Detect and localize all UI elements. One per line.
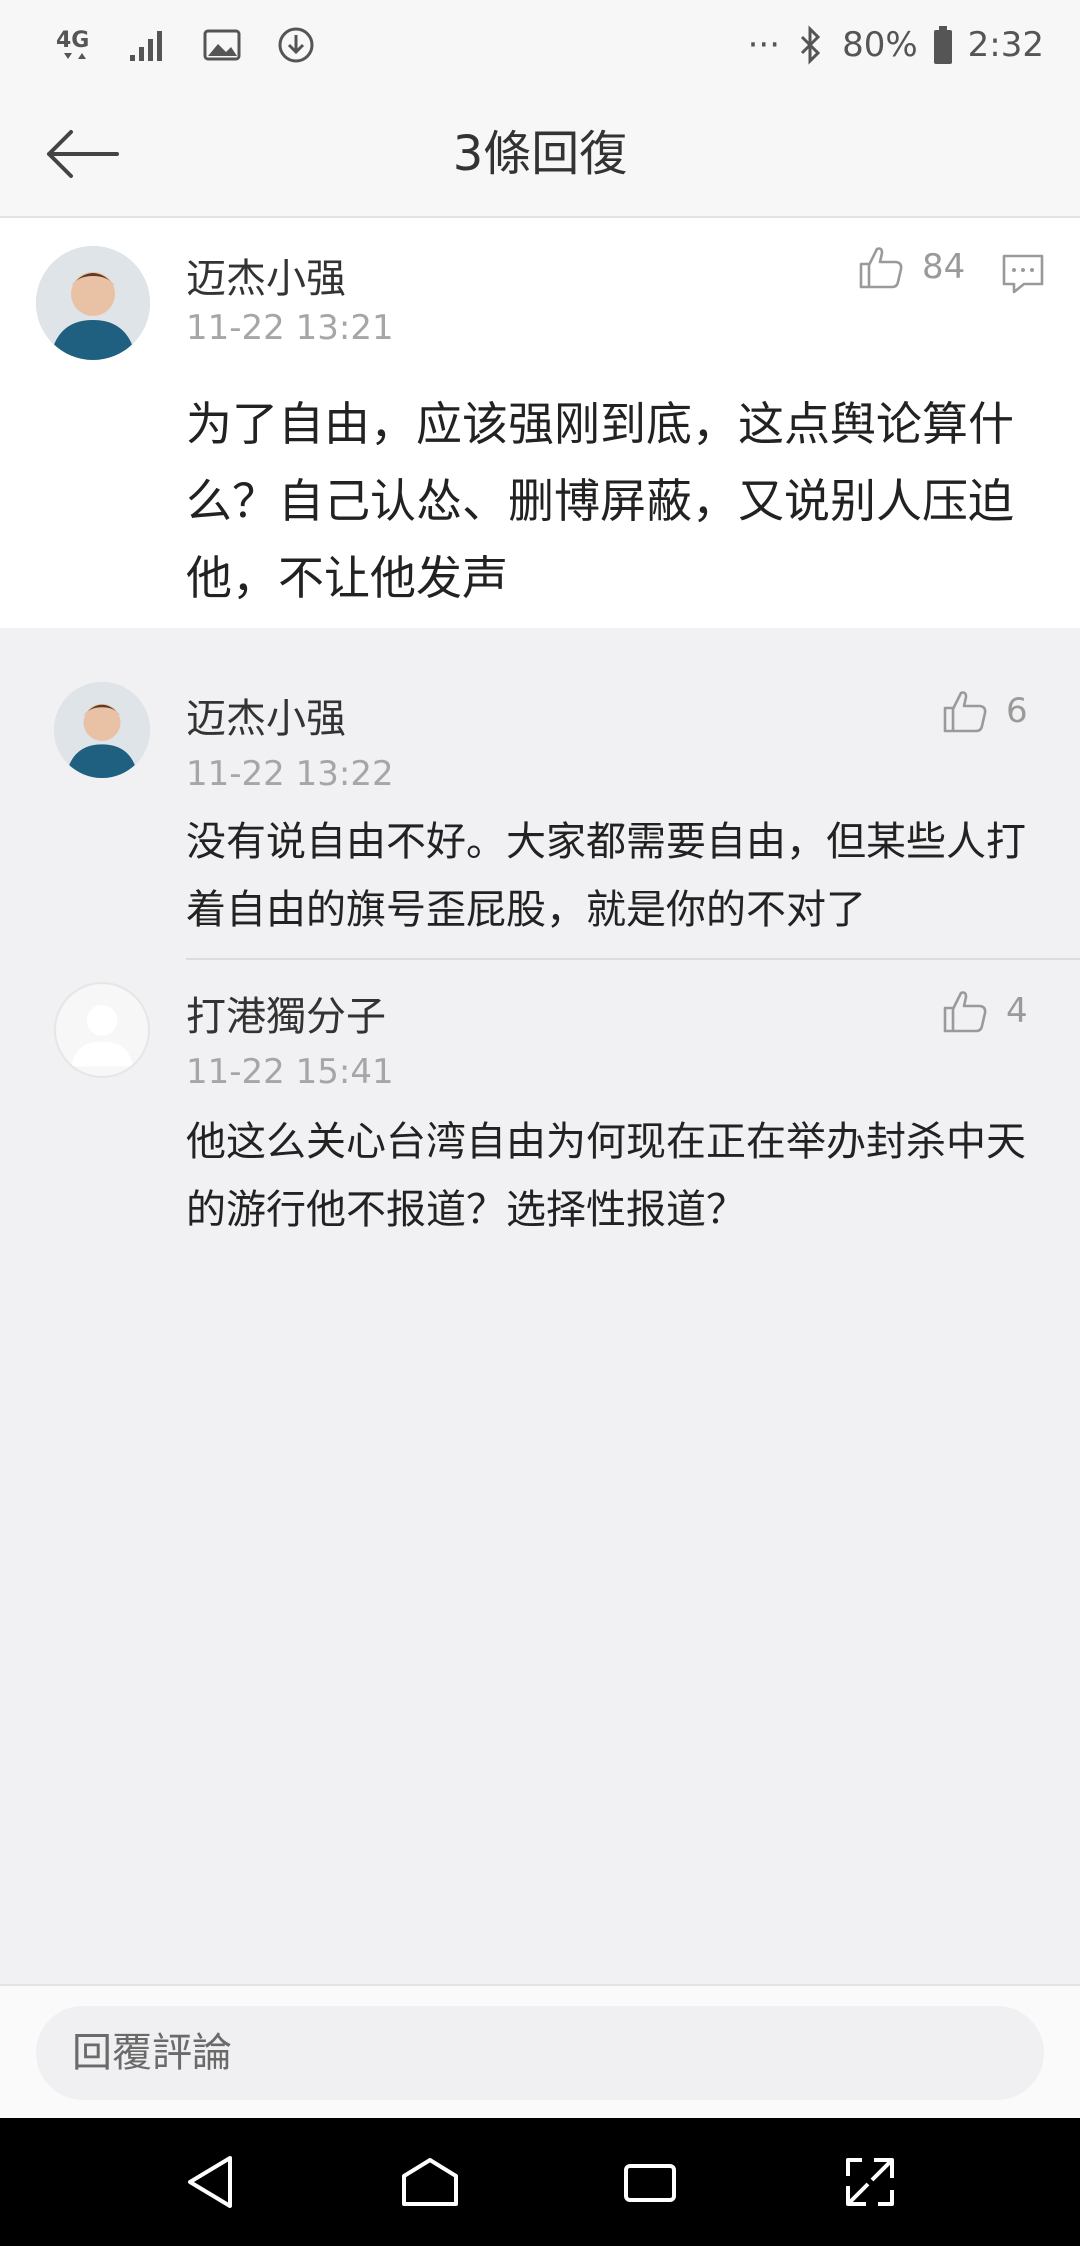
signal-icon	[128, 27, 168, 63]
network-4g-icon: 4G	[54, 25, 94, 65]
like-button[interactable]: 6	[942, 688, 1028, 734]
like-count: 4	[1006, 991, 1028, 1031]
thumbs-up-icon	[943, 691, 987, 733]
recents-icon	[624, 2164, 676, 2202]
avatar[interactable]	[36, 246, 150, 360]
status-right: ··· 80% 2:32	[748, 25, 1044, 65]
reply-input[interactable]	[36, 2006, 1044, 2100]
reply-time: 11-22 13:22	[186, 754, 394, 794]
thumbs-up-icon	[943, 991, 987, 1033]
svg-text:4G: 4G	[56, 28, 89, 53]
nav-back-button[interactable]	[165, 2137, 255, 2227]
reply-username[interactable]: 打港獨分子	[186, 984, 386, 1042]
reply-content: 没有说自由不好。大家都需要自由，但某些人打着自由的旗号歪屁股，就是你的不对了	[186, 819, 1026, 933]
reply-item: 打港獨分子 11-22 15:41 4 他这么关心台湾自由为何现在正在举办封杀中…	[0, 960, 1080, 1260]
like-count: 6	[1006, 691, 1028, 731]
default-avatar[interactable]	[54, 982, 150, 1078]
header: 3條回復	[0, 90, 1080, 218]
comment-username[interactable]: 迈杰小强	[186, 246, 346, 304]
comment-time: 11-22 13:21	[186, 308, 394, 348]
main-comment: 迈杰小强 11-22 13:21 84 为了自由，应该强刚到底，这点舆论算什么？…	[0, 218, 1080, 628]
more-indicator: ···	[747, 25, 781, 65]
reply-button[interactable]	[1002, 254, 1044, 298]
expand-icon	[846, 2158, 894, 2206]
like-button[interactable]: 84	[858, 244, 965, 290]
gallery-icon	[202, 28, 242, 62]
battery-percent: 80%	[842, 25, 918, 65]
download-icon	[276, 25, 316, 65]
like-button[interactable]: 4	[942, 988, 1028, 1034]
nav-expand-button[interactable]	[825, 2137, 915, 2227]
home-icon	[402, 2158, 458, 2206]
bluetooth-icon	[796, 25, 826, 65]
nav-home-button[interactable]	[385, 2137, 475, 2227]
comment-bubble-icon	[1002, 254, 1044, 294]
reply-content: 他这么关心台湾自由为何现在正在举办封杀中天的游行他不报道？选择性报道？	[186, 1119, 1026, 1233]
back-triangle-icon	[188, 2156, 232, 2208]
avatar-image	[54, 682, 150, 778]
reply-item: 迈杰小强 11-22 13:22 6 没有说自由不好。大家都需要自由，但某些人打…	[0, 658, 1080, 960]
reply-time: 11-22 15:41	[186, 1052, 394, 1092]
user-placeholder-icon	[71, 1005, 133, 1067]
page-title: 3條回復	[452, 126, 628, 182]
system-nav-bar	[0, 2118, 1080, 2246]
like-count: 84	[922, 247, 966, 287]
battery-icon	[933, 26, 952, 64]
reply-username[interactable]: 迈杰小强	[186, 686, 346, 744]
avatar-image	[36, 246, 150, 360]
reply-bar	[0, 1984, 1080, 2118]
status-left: 4G	[54, 25, 316, 65]
status-bar: 4G ··· 80% 2:32	[0, 0, 1080, 90]
nav-recents-button[interactable]	[605, 2137, 695, 2227]
comment-content: 为了自由，应该强刚到底，这点舆论算什么？自己认怂、删博屏蔽，又说别人压迫他，不让…	[186, 397, 1014, 605]
avatar[interactable]	[54, 682, 150, 778]
thumbs-up-icon	[859, 247, 903, 289]
clock: 2:32	[967, 25, 1044, 65]
